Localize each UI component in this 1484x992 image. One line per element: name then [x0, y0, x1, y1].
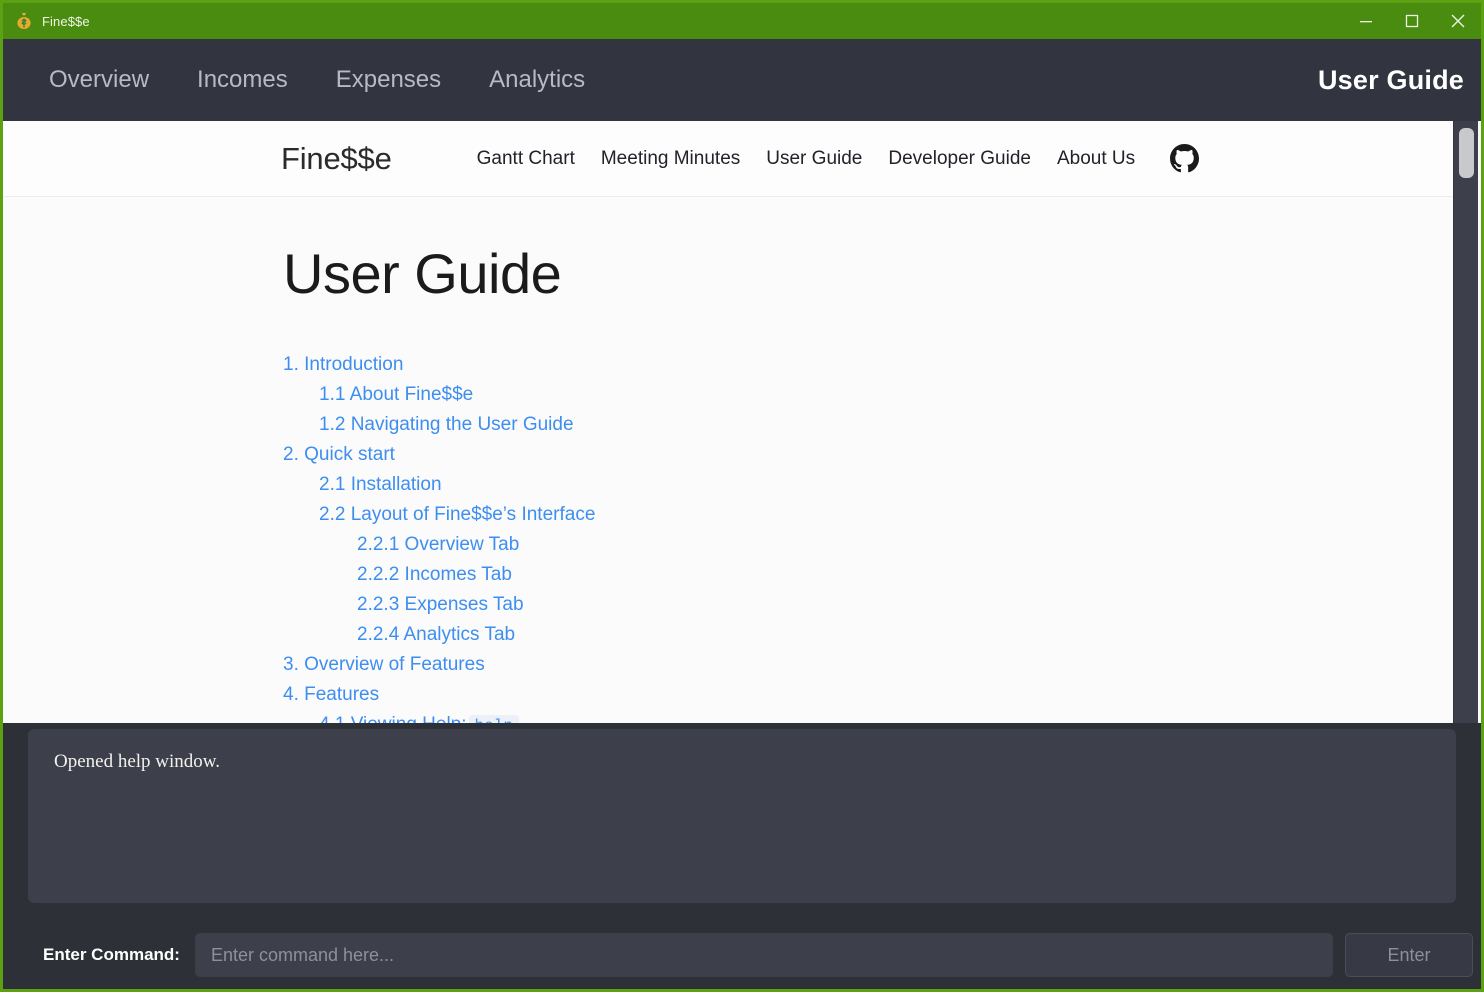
nav-link-about-us[interactable]: About Us: [1044, 142, 1148, 176]
output-box: Opened help window.: [28, 729, 1456, 903]
help-command-code: help: [468, 714, 519, 723]
scrollbar-thumb[interactable]: [1459, 128, 1474, 178]
toc-item-2-2-layout[interactable]: 2.2 Layout of Fine$$e’s Interface: [283, 500, 1481, 530]
command-label: Enter Command:: [43, 945, 180, 964]
site-nav-links: Gantt Chart Meeting Minutes User Guide D…: [464, 142, 1200, 176]
nav-link-meeting-minutes[interactable]: Meeting Minutes: [588, 142, 753, 176]
nav-link-developer-guide[interactable]: Developer Guide: [875, 142, 1044, 176]
site-brand[interactable]: Fine$$e: [281, 141, 392, 177]
toc-item-2-2-4-analytics-tab[interactable]: 2.2.4 Analytics Tab: [283, 620, 1481, 650]
nav-link-gantt-chart[interactable]: Gantt Chart: [464, 142, 588, 176]
webview-scrollbar[interactable]: [1453, 121, 1478, 723]
close-button[interactable]: [1435, 3, 1481, 39]
toc-item-3-overview-of-features[interactable]: 3. Overview of Features: [283, 650, 1481, 680]
document-heading: User Guide: [283, 242, 562, 305]
toc-item-2-2-3-expenses-tab[interactable]: 2.2.3 Expenses Tab: [283, 590, 1481, 620]
nav-link-user-guide[interactable]: User Guide: [753, 142, 875, 176]
site-navbar: Fine$$e Gantt Chart Meeting Minutes User…: [3, 121, 1459, 197]
help-webview: Fine$$e Gantt Chart Meeting Minutes User…: [3, 121, 1481, 723]
github-icon[interactable]: [1170, 144, 1200, 173]
money-bag-icon: [14, 11, 34, 31]
toc-item-1-1-about[interactable]: 1.1 About Fine$$e: [283, 380, 1481, 410]
toc-item-2-2-2-incomes-tab[interactable]: 2.2.2 Incomes Tab: [283, 560, 1481, 590]
toc-item-4-1-viewing-help[interactable]: 4.1 Viewing Help:help: [283, 710, 1481, 723]
toc-item-2-1-installation[interactable]: 2.1 Installation: [283, 470, 1481, 500]
table-of-contents: 1. Introduction 1.1 About Fine$$e 1.2 Na…: [283, 350, 1481, 723]
output-message: Opened help window.: [54, 751, 221, 772]
enter-button[interactable]: Enter: [1344, 933, 1473, 977]
toc-item-1-2-navigating[interactable]: 1.2 Navigating the User Guide: [283, 410, 1481, 440]
command-input[interactable]: [194, 933, 1333, 977]
app-window: Fine$$e Overview Incomes Expenses Analyt…: [0, 0, 1484, 992]
command-console: Opened help window. Enter Command: Enter: [3, 723, 1481, 989]
window-title: Fine$$e: [42, 13, 90, 29]
toc-item-4-1-label: 4.1 Viewing Help:: [319, 714, 467, 723]
tab-incomes[interactable]: Incomes: [173, 60, 312, 100]
maximize-button[interactable]: [1389, 3, 1435, 39]
page-title: User Guide: [1317, 64, 1464, 95]
toc-item-2-2-1-overview-tab[interactable]: 2.2.1 Overview Tab: [283, 530, 1481, 560]
command-row: Enter Command: Enter: [3, 925, 1481, 985]
tab-expenses[interactable]: Expenses: [312, 60, 465, 100]
toc-item-1-introduction[interactable]: 1. Introduction: [283, 350, 1481, 380]
app-tabs: Overview Incomes Expenses Analytics: [3, 60, 609, 100]
tab-analytics[interactable]: Analytics: [465, 60, 609, 100]
toc-item-2-quick-start[interactable]: 2. Quick start: [283, 440, 1481, 470]
title-bar-left: Fine$$e: [3, 11, 90, 31]
tab-overview[interactable]: Overview: [25, 60, 173, 100]
app-tab-bar: Overview Incomes Expenses Analytics User…: [3, 39, 1481, 121]
toc-item-4-features[interactable]: 4. Features: [283, 680, 1481, 710]
title-bar: Fine$$e: [3, 3, 1481, 39]
document-body: User Guide 1. Introduction 1.1 About Fin…: [3, 197, 1481, 723]
minimize-button[interactable]: [1343, 3, 1389, 39]
